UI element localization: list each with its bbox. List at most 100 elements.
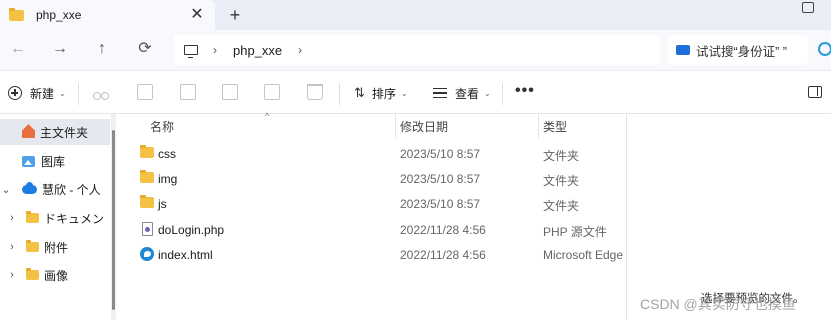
file-name: js <box>158 197 167 211</box>
folder-icon <box>26 268 39 280</box>
sidebar-item-gallery[interactable]: 图库 <box>0 148 110 174</box>
command-bar: 新建 ⌄ ⇅ 排序 ⌄ 查看 ⌄ ••• <box>0 70 831 114</box>
search-suggestion-icon <box>676 45 690 55</box>
details-pane-icon[interactable] <box>808 86 822 98</box>
maximize-icon[interactable] <box>802 2 814 13</box>
file-type: 文件夹 <box>543 199 580 213</box>
sidebar-item-label: 附件 <box>44 240 69 255</box>
column-header-date[interactable]: 修改日期 <box>400 114 448 138</box>
home-icon <box>22 127 35 138</box>
close-tab-icon[interactable]: ✕ <box>188 6 206 24</box>
this-pc-icon <box>184 45 198 58</box>
file-name: img <box>158 172 178 186</box>
more-options-button[interactable]: ••• <box>515 82 535 100</box>
chevron-down-icon: ⌄ <box>400 88 408 98</box>
toolbar-divider <box>502 83 503 105</box>
view-button[interactable]: 查看 ⌄ <box>433 82 491 104</box>
column-header-name[interactable]: 名称 <box>150 114 174 138</box>
up-button[interactable]: ↑ <box>91 38 113 60</box>
file-type: 文件夹 <box>543 174 580 188</box>
folder-icon <box>140 195 154 208</box>
file-row-js[interactable]: js 2023/5/10 8:57 文件夹 <box>120 191 626 216</box>
paste-icon[interactable] <box>180 84 196 100</box>
sort-icon: ⇅ <box>354 85 365 100</box>
view-label: 查看 <box>455 86 480 101</box>
file-type: PHP 源文件 <box>543 225 607 239</box>
folder-icon <box>26 211 39 223</box>
file-type: 文件夹 <box>543 149 580 163</box>
rename-icon[interactable] <box>222 84 238 100</box>
sort-ascending-icon: ^ <box>265 111 270 121</box>
column-divider[interactable] <box>538 114 539 138</box>
file-date: 2023/5/10 8:57 <box>400 172 481 186</box>
sidebar-item-label: ドキュメン <box>44 211 105 226</box>
chevron-down-icon: ⌄ <box>59 88 66 98</box>
onedrive-icon <box>22 181 37 194</box>
chevron-right-icon[interactable]: › <box>6 241 18 253</box>
tab-title: php_xxe <box>36 8 82 22</box>
folder-icon <box>26 240 39 252</box>
file-type: Microsoft Edge <box>543 248 624 262</box>
copilot-icon[interactable] <box>818 42 831 56</box>
file-date: 2022/11/28 4:56 <box>400 248 486 262</box>
preview-pane: 选择要预览的文件。 <box>626 114 831 320</box>
sidebar-item-label: 画像 <box>44 268 69 283</box>
sort-label: 排序 <box>371 86 396 101</box>
breadcrumb-end-chevron-icon[interactable]: › <box>298 43 302 57</box>
folder-icon <box>140 145 154 158</box>
sidebar-item-label: 慧欣 - 个人 <box>42 182 101 197</box>
file-row-dologin[interactable]: doLogin.php 2022/11/28 4:56 PHP 源文件 <box>120 217 626 242</box>
navigation-scrollbar[interactable] <box>111 114 116 320</box>
chevron-down-icon[interactable]: ⌄ <box>0 183 12 196</box>
breadcrumb-chevron-icon[interactable]: › <box>213 43 217 57</box>
address-row: ← → ↑ ⟳ › php_xxe › 试试搜“身份证” ” <box>0 30 831 70</box>
chevron-right-icon[interactable]: › <box>6 212 18 224</box>
search-placeholder: 试试搜“身份证” ” <box>696 44 787 59</box>
view-icon <box>433 88 447 98</box>
delete-icon[interactable] <box>307 84 323 100</box>
file-row-index[interactable]: index.html 2022/11/28 4:56 Microsoft Edg… <box>120 242 626 267</box>
php-file-icon <box>142 222 153 236</box>
gallery-icon <box>22 155 35 167</box>
file-name: index.html <box>158 248 213 262</box>
tab-php-xxe[interactable]: php_xxe ✕ <box>0 0 215 30</box>
sidebar-item-images[interactable]: › 画像 <box>0 262 110 288</box>
title-bar: php_xxe ✕ + <box>0 0 831 30</box>
file-name: css <box>158 147 176 161</box>
file-row-img[interactable]: img 2023/5/10 8:57 文件夹 <box>120 166 626 191</box>
column-header-type[interactable]: 类型 <box>543 114 567 138</box>
toolbar-divider <box>78 83 79 105</box>
toolbar-divider <box>339 83 340 105</box>
new-tab-button[interactable]: + <box>224 4 246 26</box>
edge-icon <box>140 247 154 261</box>
chevron-down-icon: ⌄ <box>484 88 491 98</box>
address-bar[interactable]: › php_xxe › <box>174 35 660 65</box>
file-row-css[interactable]: css 2023/5/10 8:57 文件夹 <box>120 141 626 166</box>
cut-icon[interactable] <box>93 84 109 100</box>
forward-button[interactable]: → <box>49 38 71 60</box>
chevron-right-icon[interactable]: › <box>6 269 18 281</box>
column-divider[interactable] <box>395 114 396 138</box>
sidebar-item-home[interactable]: 主文件夹 <box>0 119 110 145</box>
sidebar-item-documents[interactable]: › ドキュメン <box>0 205 110 231</box>
new-button[interactable]: 新建 ⌄ <box>8 82 66 104</box>
sidebar-item-label: 主文件夹 <box>40 125 89 140</box>
sidebar-item-onedrive[interactable]: ⌄ 慧欣 - 个人 <box>0 176 110 202</box>
copy-icon[interactable] <box>137 84 153 100</box>
sort-button[interactable]: ⇅ 排序 ⌄ <box>354 82 408 104</box>
breadcrumb-php-xxe[interactable]: php_xxe <box>233 43 282 58</box>
file-list: ^ 名称 修改日期 类型 css 2023/5/10 8:57 文件夹 img … <box>120 111 626 320</box>
file-name: doLogin.php <box>158 223 225 237</box>
scrollbar-thumb[interactable] <box>112 130 115 310</box>
search-box[interactable]: 试试搜“身份证” ” <box>668 35 808 65</box>
refresh-button[interactable]: ⟳ <box>134 38 156 60</box>
navigation-pane: 主文件夹 图库 ⌄ 慧欣 - 个人 › ドキュメン › 附件 › 画像 <box>0 114 110 320</box>
back-button[interactable]: ← <box>7 38 29 60</box>
file-date: 2022/11/28 4:56 <box>400 223 486 237</box>
folder-icon <box>9 7 24 21</box>
sidebar-item-label: 图库 <box>41 154 66 169</box>
share-icon[interactable] <box>264 84 280 100</box>
plus-icon <box>8 86 22 100</box>
file-date: 2023/5/10 8:57 <box>400 147 481 161</box>
sidebar-item-attachments[interactable]: › 附件 <box>0 234 110 260</box>
